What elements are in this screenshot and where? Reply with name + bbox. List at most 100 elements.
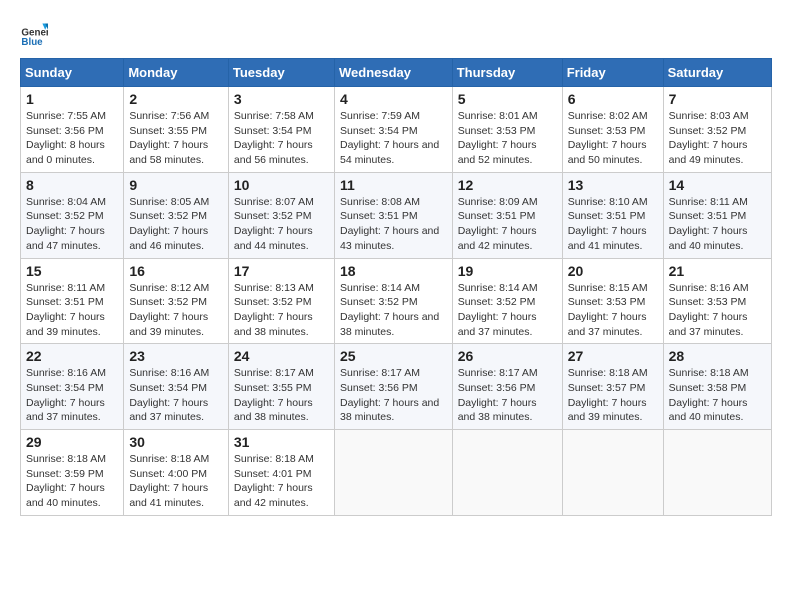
day-detail: Sunrise: 8:02 AMSunset: 3:53 PMDaylight:…: [568, 110, 648, 166]
day-number: 17: [234, 263, 329, 279]
day-detail: Sunrise: 8:14 AMSunset: 3:52 PMDaylight:…: [340, 282, 439, 338]
day-detail: Sunrise: 7:58 AMSunset: 3:54 PMDaylight:…: [234, 110, 314, 166]
calendar-cell: 7 Sunrise: 8:03 AMSunset: 3:52 PMDayligh…: [663, 87, 771, 173]
calendar-table: SundayMondayTuesdayWednesdayThursdayFrid…: [20, 58, 772, 516]
calendar-cell: 25 Sunrise: 8:17 AMSunset: 3:56 PMDaylig…: [334, 344, 452, 430]
day-detail: Sunrise: 8:17 AMSunset: 3:55 PMDaylight:…: [234, 367, 314, 423]
calendar-cell: [452, 430, 562, 516]
calendar-cell: 13 Sunrise: 8:10 AMSunset: 3:51 PMDaylig…: [562, 172, 663, 258]
calendar-cell: 14 Sunrise: 8:11 AMSunset: 3:51 PMDaylig…: [663, 172, 771, 258]
day-detail: Sunrise: 8:16 AMSunset: 3:53 PMDaylight:…: [669, 282, 749, 338]
day-number: 15: [26, 263, 118, 279]
day-number: 25: [340, 348, 447, 364]
day-detail: Sunrise: 8:18 AMSunset: 4:01 PMDaylight:…: [234, 453, 314, 509]
day-detail: Sunrise: 8:05 AMSunset: 3:52 PMDaylight:…: [129, 196, 209, 252]
calendar-cell: 31 Sunrise: 8:18 AMSunset: 4:01 PMDaylig…: [228, 430, 334, 516]
calendar-week-2: 8 Sunrise: 8:04 AMSunset: 3:52 PMDayligh…: [21, 172, 772, 258]
calendar-week-5: 29 Sunrise: 8:18 AMSunset: 3:59 PMDaylig…: [21, 430, 772, 516]
day-detail: Sunrise: 8:15 AMSunset: 3:53 PMDaylight:…: [568, 282, 648, 338]
day-number: 4: [340, 91, 447, 107]
weekday-header-wednesday: Wednesday: [334, 59, 452, 87]
day-number: 23: [129, 348, 223, 364]
day-number: 1: [26, 91, 118, 107]
calendar-cell: [334, 430, 452, 516]
calendar-cell: 5 Sunrise: 8:01 AMSunset: 3:53 PMDayligh…: [452, 87, 562, 173]
day-number: 28: [669, 348, 766, 364]
logo: General Blue: [20, 20, 52, 48]
calendar-cell: 24 Sunrise: 8:17 AMSunset: 3:55 PMDaylig…: [228, 344, 334, 430]
calendar-cell: 17 Sunrise: 8:13 AMSunset: 3:52 PMDaylig…: [228, 258, 334, 344]
day-detail: Sunrise: 8:13 AMSunset: 3:52 PMDaylight:…: [234, 282, 314, 338]
day-detail: Sunrise: 8:16 AMSunset: 3:54 PMDaylight:…: [129, 367, 209, 423]
weekday-header-friday: Friday: [562, 59, 663, 87]
day-number: 21: [669, 263, 766, 279]
day-number: 7: [669, 91, 766, 107]
day-number: 24: [234, 348, 329, 364]
day-number: 11: [340, 177, 447, 193]
weekday-header-monday: Monday: [124, 59, 229, 87]
calendar-cell: 3 Sunrise: 7:58 AMSunset: 3:54 PMDayligh…: [228, 87, 334, 173]
day-detail: Sunrise: 8:11 AMSunset: 3:51 PMDaylight:…: [26, 282, 105, 338]
calendar-cell: 28 Sunrise: 8:18 AMSunset: 3:58 PMDaylig…: [663, 344, 771, 430]
weekday-header-thursday: Thursday: [452, 59, 562, 87]
day-detail: Sunrise: 7:56 AMSunset: 3:55 PMDaylight:…: [129, 110, 209, 166]
calendar-week-4: 22 Sunrise: 8:16 AMSunset: 3:54 PMDaylig…: [21, 344, 772, 430]
day-detail: Sunrise: 8:10 AMSunset: 3:51 PMDaylight:…: [568, 196, 648, 252]
day-number: 22: [26, 348, 118, 364]
day-detail: Sunrise: 8:18 AMSunset: 3:59 PMDaylight:…: [26, 453, 106, 509]
calendar-cell: 19 Sunrise: 8:14 AMSunset: 3:52 PMDaylig…: [452, 258, 562, 344]
day-detail: Sunrise: 8:08 AMSunset: 3:51 PMDaylight:…: [340, 196, 439, 252]
calendar-cell: 6 Sunrise: 8:02 AMSunset: 3:53 PMDayligh…: [562, 87, 663, 173]
calendar-cell: 1 Sunrise: 7:55 AMSunset: 3:56 PMDayligh…: [21, 87, 124, 173]
calendar-cell: 10 Sunrise: 8:07 AMSunset: 3:52 PMDaylig…: [228, 172, 334, 258]
weekday-header-saturday: Saturday: [663, 59, 771, 87]
calendar-cell: 18 Sunrise: 8:14 AMSunset: 3:52 PMDaylig…: [334, 258, 452, 344]
calendar-cell: 20 Sunrise: 8:15 AMSunset: 3:53 PMDaylig…: [562, 258, 663, 344]
day-detail: Sunrise: 8:18 AMSunset: 3:58 PMDaylight:…: [669, 367, 749, 423]
day-number: 16: [129, 263, 223, 279]
calendar-cell: 16 Sunrise: 8:12 AMSunset: 3:52 PMDaylig…: [124, 258, 229, 344]
day-number: 20: [568, 263, 658, 279]
calendar-cell: 27 Sunrise: 8:18 AMSunset: 3:57 PMDaylig…: [562, 344, 663, 430]
weekday-header-sunday: Sunday: [21, 59, 124, 87]
calendar-cell: 29 Sunrise: 8:18 AMSunset: 3:59 PMDaylig…: [21, 430, 124, 516]
calendar-cell: 22 Sunrise: 8:16 AMSunset: 3:54 PMDaylig…: [21, 344, 124, 430]
calendar-cell: 11 Sunrise: 8:08 AMSunset: 3:51 PMDaylig…: [334, 172, 452, 258]
day-detail: Sunrise: 8:14 AMSunset: 3:52 PMDaylight:…: [458, 282, 538, 338]
calendar-week-3: 15 Sunrise: 8:11 AMSunset: 3:51 PMDaylig…: [21, 258, 772, 344]
day-detail: Sunrise: 8:12 AMSunset: 3:52 PMDaylight:…: [129, 282, 209, 338]
logo-icon: General Blue: [20, 20, 48, 48]
day-detail: Sunrise: 8:03 AMSunset: 3:52 PMDaylight:…: [669, 110, 749, 166]
day-number: 26: [458, 348, 557, 364]
day-detail: Sunrise: 8:18 AMSunset: 3:57 PMDaylight:…: [568, 367, 648, 423]
day-number: 13: [568, 177, 658, 193]
header: General Blue: [20, 20, 772, 48]
calendar-cell: 15 Sunrise: 8:11 AMSunset: 3:51 PMDaylig…: [21, 258, 124, 344]
calendar-cell: 26 Sunrise: 8:17 AMSunset: 3:56 PMDaylig…: [452, 344, 562, 430]
day-detail: Sunrise: 8:11 AMSunset: 3:51 PMDaylight:…: [669, 196, 748, 252]
day-number: 31: [234, 434, 329, 450]
day-number: 12: [458, 177, 557, 193]
day-detail: Sunrise: 8:17 AMSunset: 3:56 PMDaylight:…: [458, 367, 538, 423]
calendar-cell: 30 Sunrise: 8:18 AMSunset: 4:00 PMDaylig…: [124, 430, 229, 516]
calendar-cell: 12 Sunrise: 8:09 AMSunset: 3:51 PMDaylig…: [452, 172, 562, 258]
day-number: 5: [458, 91, 557, 107]
day-number: 19: [458, 263, 557, 279]
day-number: 6: [568, 91, 658, 107]
calendar-cell: 8 Sunrise: 8:04 AMSunset: 3:52 PMDayligh…: [21, 172, 124, 258]
calendar-cell: 23 Sunrise: 8:16 AMSunset: 3:54 PMDaylig…: [124, 344, 229, 430]
calendar-cell: 21 Sunrise: 8:16 AMSunset: 3:53 PMDaylig…: [663, 258, 771, 344]
day-number: 30: [129, 434, 223, 450]
day-number: 8: [26, 177, 118, 193]
calendar-week-1: 1 Sunrise: 7:55 AMSunset: 3:56 PMDayligh…: [21, 87, 772, 173]
calendar-cell: 4 Sunrise: 7:59 AMSunset: 3:54 PMDayligh…: [334, 87, 452, 173]
day-number: 10: [234, 177, 329, 193]
day-detail: Sunrise: 8:01 AMSunset: 3:53 PMDaylight:…: [458, 110, 538, 166]
day-detail: Sunrise: 8:09 AMSunset: 3:51 PMDaylight:…: [458, 196, 538, 252]
day-detail: Sunrise: 8:16 AMSunset: 3:54 PMDaylight:…: [26, 367, 106, 423]
calendar-cell: 2 Sunrise: 7:56 AMSunset: 3:55 PMDayligh…: [124, 87, 229, 173]
day-detail: Sunrise: 7:59 AMSunset: 3:54 PMDaylight:…: [340, 110, 439, 166]
weekday-header-tuesday: Tuesday: [228, 59, 334, 87]
day-detail: Sunrise: 8:07 AMSunset: 3:52 PMDaylight:…: [234, 196, 314, 252]
svg-text:Blue: Blue: [21, 37, 43, 48]
